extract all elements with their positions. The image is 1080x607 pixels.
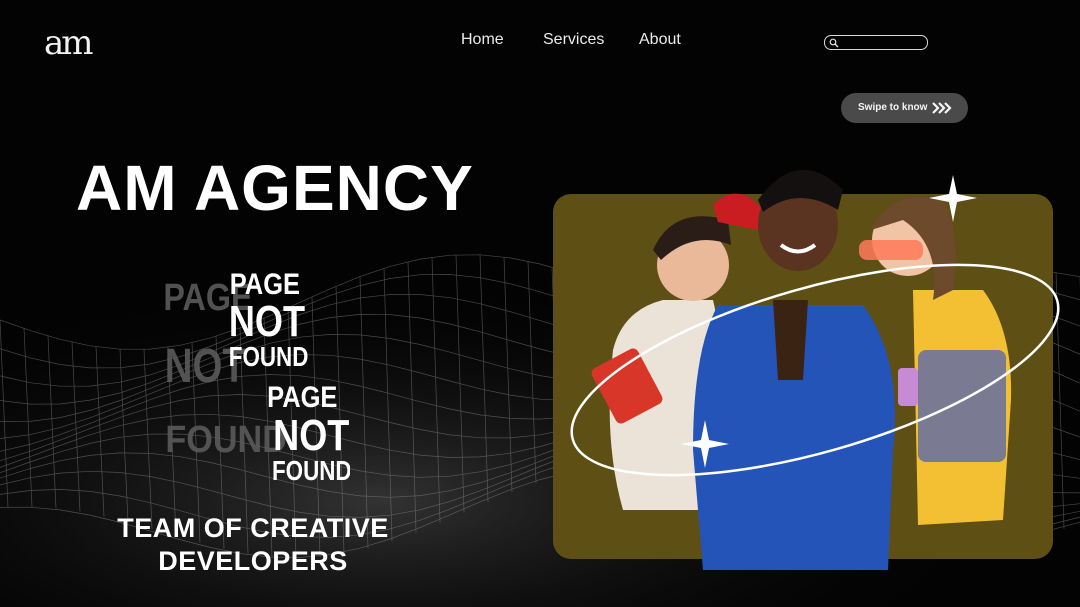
- nav-home[interactable]: Home: [461, 31, 504, 49]
- nav-services[interactable]: Services: [543, 31, 604, 49]
- art-text-found-2: FOUND: [272, 456, 350, 487]
- page-title: AM AGENCY: [76, 152, 474, 224]
- swipe-button-label: Swipe to know: [858, 102, 928, 113]
- art-text-page-2: PAGE: [267, 380, 337, 413]
- brand-logo[interactable]: am: [44, 24, 98, 62]
- art-text-not: NOT: [229, 297, 306, 346]
- chevron-right-icon: [932, 102, 952, 114]
- search-bar[interactable]: [824, 35, 928, 50]
- art-text-found: FOUND: [229, 342, 309, 373]
- hero-team-photo: [553, 169, 1060, 570]
- search-icon: [829, 38, 839, 48]
- tagline: TEAM OF CREATIVE DEVELOPERS: [117, 513, 389, 576]
- search-input[interactable]: [841, 36, 923, 49]
- swipe-to-know-button[interactable]: Swipe to know: [841, 93, 968, 123]
- art-text-not-2: NOT: [273, 411, 350, 460]
- page-not-found-artwork: PAGE NOT FOUND PAGE NOT FOUND PAGE NOT F…: [163, 267, 350, 487]
- nav-about[interactable]: About: [639, 31, 681, 49]
- art-text-page: PAGE: [230, 267, 300, 300]
- art-text-found-shadow: FOUND: [165, 417, 287, 460]
